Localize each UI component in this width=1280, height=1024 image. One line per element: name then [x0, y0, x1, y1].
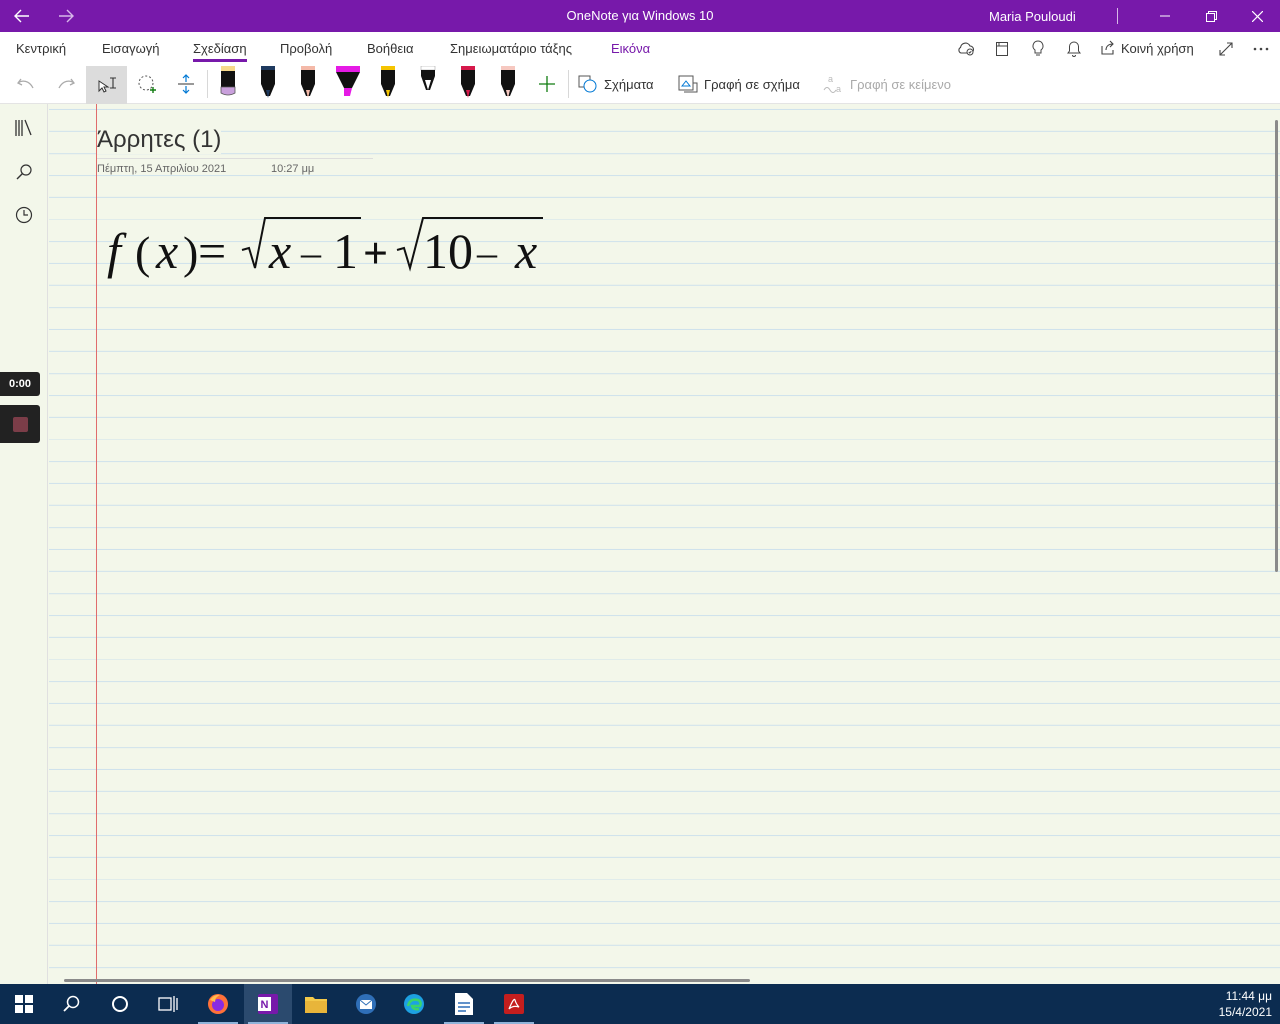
pencil-tool-icon[interactable]: [216, 66, 240, 100]
windows-icon: [15, 995, 33, 1013]
shapes-label: Σχήματα: [604, 76, 654, 92]
toolbar-separator: [207, 70, 208, 98]
edge-icon[interactable]: [390, 984, 438, 1024]
stop-recording-button[interactable]: [0, 405, 40, 443]
pen-white-icon[interactable]: [416, 66, 440, 100]
minimize-button[interactable]: [1142, 0, 1188, 32]
share-icon: [1101, 40, 1114, 55]
type-select-icon: [98, 77, 116, 93]
ink-to-text-icon: aa: [823, 74, 841, 94]
notification-bell-icon[interactable]: [1064, 39, 1084, 59]
page-view-icon[interactable]: [992, 39, 1012, 59]
pen-blue-icon[interactable]: [256, 66, 280, 100]
margin-line: [96, 104, 97, 984]
formula-equals: =: [198, 223, 226, 279]
search-taskbar-icon[interactable]: [48, 984, 96, 1024]
shapes-button[interactable]: Σχήματα: [578, 68, 654, 100]
ink-to-text-label: Γραφή σε κείμενο: [850, 76, 951, 92]
svg-text:a: a: [836, 84, 841, 94]
tab-draw[interactable]: Σχεδίαση: [193, 41, 247, 56]
onenote-taskbar-icon[interactable]: N: [244, 984, 292, 1024]
tab-help[interactable]: Βοήθεια: [367, 41, 414, 56]
pen-peach-icon[interactable]: [296, 66, 320, 100]
cortana-icon[interactable]: [96, 984, 144, 1024]
taskbar: N 11:44 μμ 15/4/2021: [0, 984, 1280, 1024]
ribbon: Κεντρική Εισαγωγή Σχεδίαση Προβολή Βοήθε…: [0, 32, 1280, 104]
highlighter-magenta-icon[interactable]: [334, 66, 362, 100]
tab-view[interactable]: Προβολή: [280, 41, 332, 56]
formula-f: f: [107, 223, 127, 279]
search-icon[interactable]: [12, 160, 36, 184]
add-space-icon[interactable]: [174, 68, 198, 100]
mail-icon[interactable]: [342, 984, 390, 1024]
pen-light-pink-icon[interactable]: [496, 66, 520, 100]
page-date: Πέμπτη, 15 Απριλίου 2021: [97, 163, 227, 175]
share-label: Κοινή χρήση: [1121, 40, 1194, 56]
clock-date: 15/4/2021: [1218, 1005, 1272, 1019]
formula-sqrt1-const: 1: [333, 223, 358, 279]
file-explorer-icon[interactable]: [292, 984, 340, 1024]
svg-text:a: a: [828, 74, 833, 84]
pen-crimson-icon[interactable]: [456, 66, 480, 100]
redo-icon[interactable]: [54, 68, 78, 100]
tab-picture[interactable]: Εικόνα: [611, 41, 650, 56]
restore-button[interactable]: [1188, 0, 1234, 32]
stop-icon: [12, 416, 28, 432]
share-button[interactable]: Κοινή χρήση: [1100, 40, 1194, 56]
close-button[interactable]: [1234, 0, 1280, 32]
page-time: 10:27 μμ: [271, 163, 315, 175]
user-name[interactable]: Maria Pouloudi: [989, 9, 1076, 24]
add-pen-icon[interactable]: [536, 68, 558, 100]
document-icon[interactable]: [440, 984, 488, 1024]
notebooks-icon[interactable]: [12, 116, 36, 140]
tab-class-notebook[interactable]: Σημειωματάριο τάξης: [450, 41, 572, 56]
formula-lparen: (: [135, 227, 150, 278]
active-tab-indicator: [193, 59, 247, 62]
recording-timer: 0:00: [0, 372, 40, 396]
title-rule: [97, 158, 373, 159]
ink-to-shape-icon: [678, 75, 698, 93]
tab-home[interactable]: Κεντρική: [16, 41, 66, 56]
formula-sqrt2-x: x: [514, 223, 537, 279]
full-screen-icon[interactable]: [1216, 39, 1236, 59]
note-page[interactable]: Άρρητες (1) Πέμπτη, 15 Απριλίου 2021 10:…: [49, 104, 1280, 984]
formula-sqrt1-minus: –: [300, 230, 322, 275]
tab-insert[interactable]: Εισαγωγή: [102, 41, 159, 56]
ink-to-shape-button[interactable]: Γραφή σε σχήμα: [678, 68, 800, 100]
ink-to-text-button: aa Γραφή σε κείμενο: [822, 68, 951, 100]
math-formula[interactable]: f ( x ) = x – 1 + 10 – x: [105, 208, 555, 288]
shapes-icon: [578, 75, 597, 93]
acrobat-icon[interactable]: [490, 984, 538, 1024]
page-title[interactable]: Άρρητες (1): [97, 126, 222, 154]
title-separator: [1117, 8, 1118, 24]
pen-yellow-icon[interactable]: [376, 66, 400, 100]
vertical-scrollbar[interactable]: [1275, 120, 1278, 572]
task-view-icon[interactable]: [144, 984, 192, 1024]
toolbar-separator: [568, 70, 569, 98]
system-clock[interactable]: 11:44 μμ 15/4/2021: [1219, 988, 1272, 1020]
sync-status-icon[interactable]: [956, 39, 976, 59]
formula-sqrt2-minus: –: [476, 230, 498, 275]
lasso-select-icon[interactable]: [134, 68, 160, 100]
svg-text:N: N: [261, 999, 269, 1011]
formula-sqrt2-const: 10: [423, 223, 473, 279]
horizontal-scrollbar[interactable]: [64, 979, 750, 982]
type-select-tool[interactable]: [86, 66, 127, 104]
lightbulb-icon[interactable]: [1028, 39, 1048, 59]
formula-x: x: [155, 223, 178, 279]
title-bar: OneNote για Windows 10 Maria Pouloudi: [0, 0, 1280, 32]
formula-plus: +: [363, 229, 388, 278]
clock-time: 11:44 μμ: [1225, 989, 1272, 1003]
navigation-rail: [0, 104, 48, 984]
start-button[interactable]: [0, 984, 48, 1024]
window-title: OneNote για Windows 10: [566, 8, 714, 23]
firefox-icon[interactable]: [194, 984, 242, 1024]
ink-to-shape-label: Γραφή σε σχήμα: [704, 76, 800, 92]
recent-notes-icon[interactable]: [12, 203, 36, 227]
undo-icon[interactable]: [14, 68, 38, 100]
more-options-icon[interactable]: [1251, 39, 1271, 59]
formula-sqrt1-x: x: [268, 223, 291, 279]
formula-rparen: ): [183, 227, 198, 278]
